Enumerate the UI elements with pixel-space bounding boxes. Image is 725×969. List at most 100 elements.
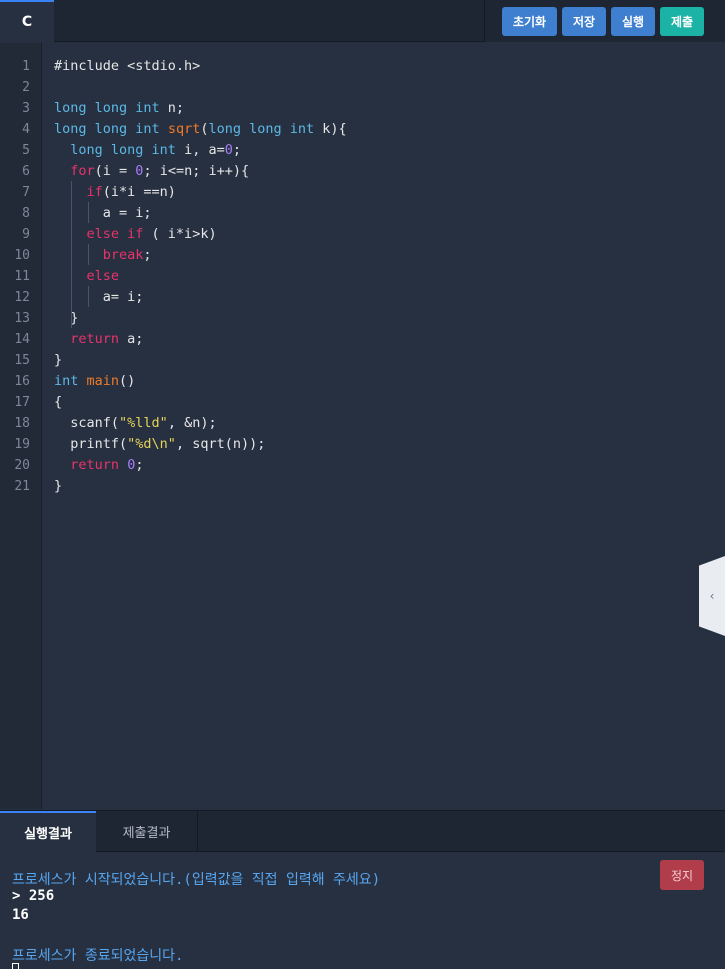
code-token: "%lld" [119, 415, 168, 431]
code-line: { [54, 392, 685, 413]
line-number: 9 [22, 227, 30, 242]
code-line: else [54, 266, 685, 287]
console-output[interactable]: 정지 프로세스가 시작되었습니다.(입력값을 직접 입력해 주세요) > 256 1… [0, 852, 725, 969]
line-number: 7 [22, 185, 30, 200]
code-token: k){ [314, 121, 347, 137]
code-token: "%d\n" [127, 436, 176, 452]
code-token: else [86, 268, 120, 284]
code-line: a = i; [54, 203, 685, 224]
console-status-line: 프로세스가 시작되었습니다.(입력값을 직접 입력해 주세요) [12, 872, 381, 888]
code-token: (i = [94, 163, 136, 179]
tab-submit-result[interactable]: 제출결과 [96, 811, 198, 852]
code-editor[interactable]: 1 2 3 4 5 6 7 8 9 10 11 12 13 14 15 16 17 18 19 20 21 #inclu… [0, 43, 725, 809]
code-token: } [54, 352, 63, 368]
code-line: else if ( i*i>k) [54, 224, 685, 245]
save-button[interactable]: 저장 [562, 7, 606, 36]
line-number: 4 [22, 122, 30, 137]
code-line: } [54, 476, 685, 497]
line-number: 8 [22, 206, 30, 221]
code-line: long long int sqrt(long long int k){ [54, 119, 685, 140]
line-number: 17 [14, 395, 30, 410]
line-number: 5 [22, 143, 30, 158]
line-number: 12 [14, 290, 30, 305]
line-number: 18 [14, 416, 30, 431]
code-token: return [70, 457, 120, 473]
code-token: ; [232, 142, 241, 158]
code-token: ; i<=n; i++){ [143, 163, 250, 179]
code-token: return [70, 331, 120, 347]
line-number: 13 [14, 311, 30, 326]
code-token: ; [135, 457, 144, 473]
code-line: scanf("%lld", &n); [54, 413, 685, 434]
code-line: a= i; [54, 287, 685, 308]
submit-button[interactable]: 제출 [660, 7, 704, 36]
code-token: () [119, 373, 136, 389]
code-token: break [102, 247, 144, 263]
code-token: #include <stdio.h> [54, 58, 201, 74]
code-area[interactable]: #include <stdio.h> long long int n; long … [54, 56, 685, 497]
code-line: return 0; [54, 455, 685, 476]
code-token: long long int [54, 121, 160, 137]
result-tabs: 실행결과 제출결과 [0, 810, 725, 852]
code-line: printf("%d\n", sqrt(n)); [54, 434, 685, 455]
code-token: ; [143, 247, 152, 263]
code-token: } [54, 478, 63, 494]
line-number: 16 [14, 374, 30, 389]
code-line: if(i*i ==n) [54, 182, 685, 203]
indent-guide [88, 286, 89, 307]
line-number: 6 [22, 164, 30, 179]
code-line: for(i = 0; i<=n; i++){ [54, 161, 685, 182]
code-line: break; [54, 245, 685, 266]
line-number: 3 [22, 101, 30, 116]
run-button[interactable]: 실행 [611, 7, 655, 36]
indent-guide [88, 244, 89, 265]
indent-guide [71, 181, 72, 328]
action-buttons: 초기화 저장 실행 제출 [484, 0, 725, 42]
console-output-line: 16 [12, 907, 29, 923]
code-line: long long int i, a=0; [54, 140, 685, 161]
code-token: a; [119, 331, 144, 347]
code-token: , &n); [167, 415, 217, 431]
code-line: return a; [54, 329, 685, 350]
chevron-left-icon[interactable]: ‹ [699, 556, 725, 636]
code-token: long long int [208, 121, 315, 137]
code-token: sqrt [167, 121, 201, 137]
console-status-line: 프로세스가 종료되었습니다. [12, 948, 184, 964]
code-token: , sqrt(n)); [175, 436, 266, 452]
code-token: (i*i ==n) [102, 184, 176, 200]
stop-button[interactable]: 정지 [660, 860, 704, 890]
line-number: 2 [22, 80, 30, 95]
code-token: long long int [70, 142, 176, 158]
code-line: } [54, 350, 685, 371]
code-token: int [54, 373, 79, 389]
code-token: { [54, 394, 63, 410]
code-token: ( i*i>k) [143, 226, 217, 242]
line-number: 21 [14, 479, 30, 494]
top-bar: C 초기화 저장 실행 제출 [0, 0, 725, 42]
language-tab[interactable]: C [0, 0, 54, 42]
code-token: } [54, 310, 79, 326]
reset-button[interactable]: 초기화 [502, 7, 557, 36]
code-line: long long int n; [54, 98, 685, 119]
line-number: 11 [14, 269, 30, 284]
code-token: n; [159, 100, 185, 116]
line-number: 10 [14, 248, 30, 263]
code-token: long long int [54, 100, 160, 116]
console-output-line: > 256 [12, 888, 55, 904]
code-token: a = i; [54, 205, 152, 221]
code-token: if [86, 184, 103, 200]
tab-run-result[interactable]: 실행결과 [0, 811, 96, 852]
code-line: } [54, 308, 685, 329]
line-number: 19 [14, 437, 30, 452]
code-line: #include <stdio.h> [54, 56, 685, 77]
indent-guide [88, 202, 89, 223]
code-token: a= i; [54, 289, 144, 305]
